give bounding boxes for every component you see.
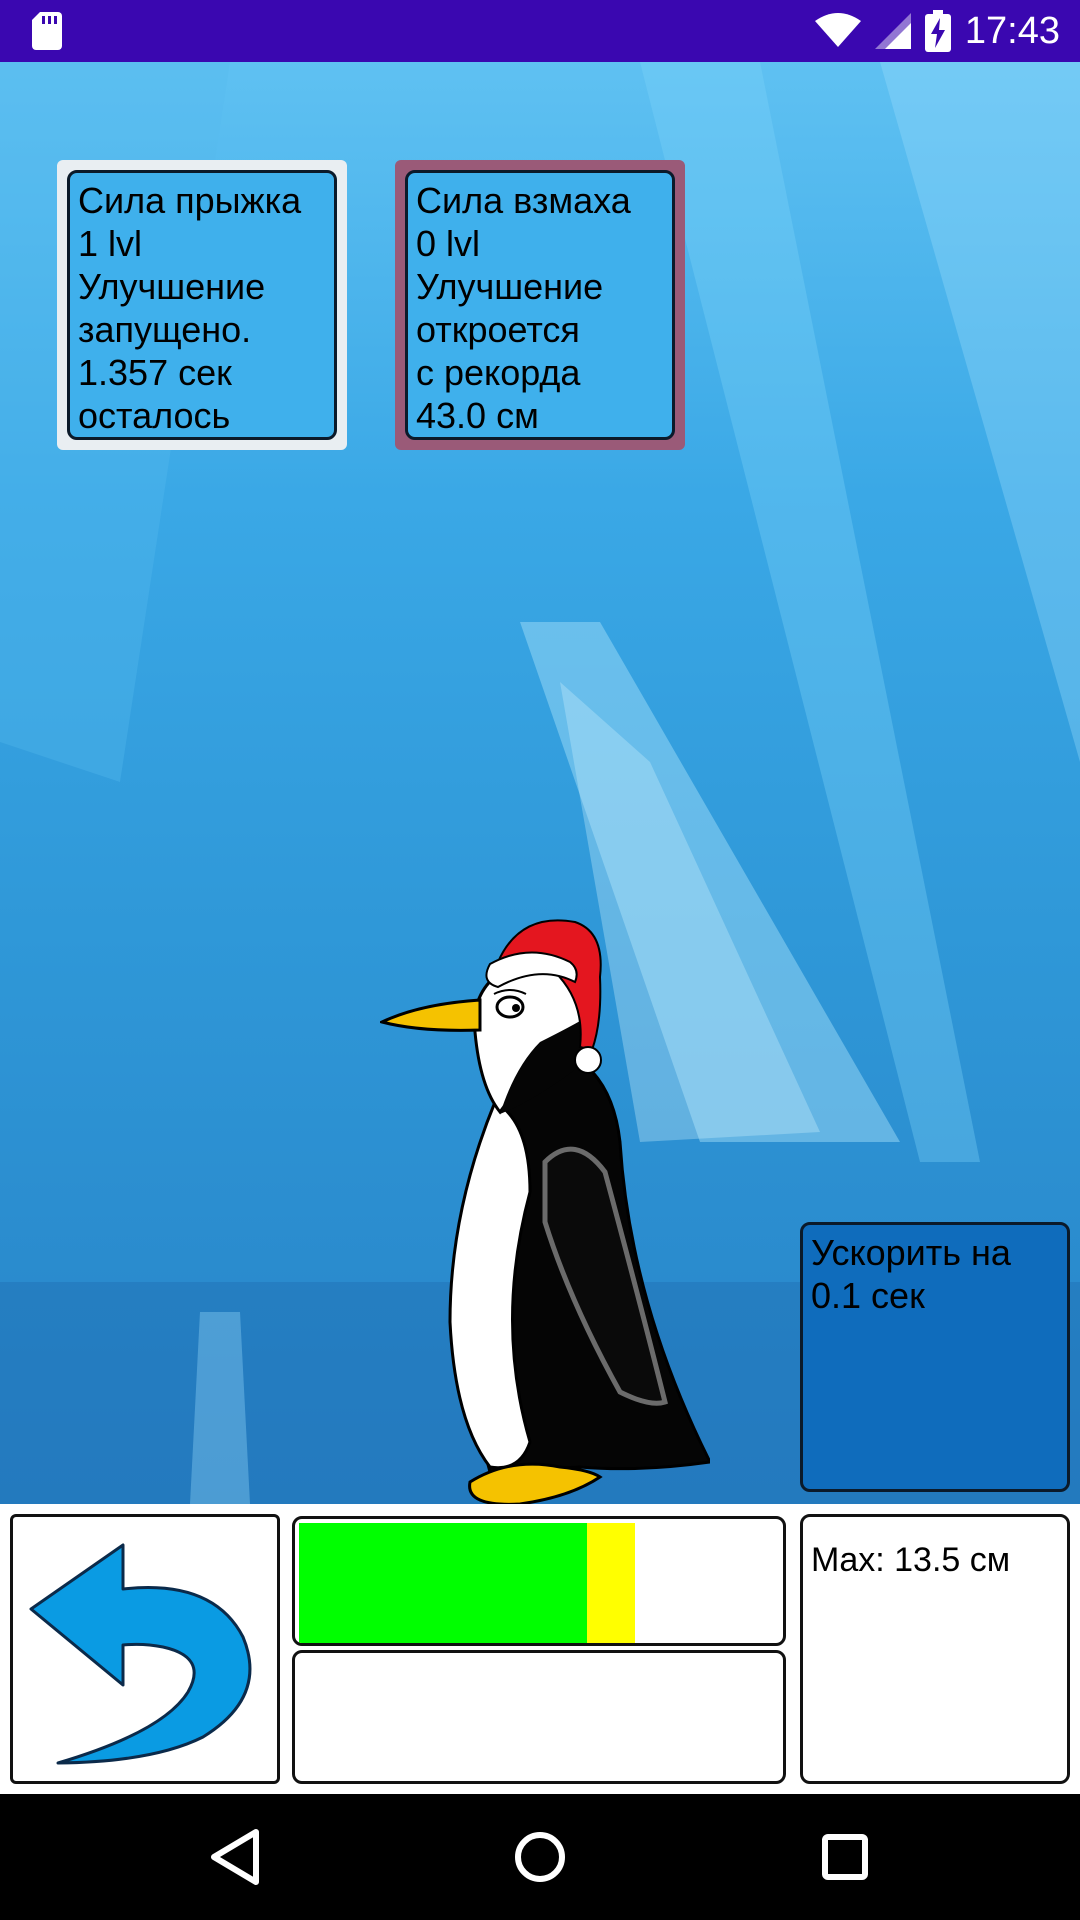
speedup-amount: 0.1 сек [811, 1275, 925, 1316]
flap-upgrade-card[interactable]: Сила взмаха 0 lvl Улучшение откроется с … [395, 160, 685, 450]
flap-status-line1: Улучшение [416, 266, 604, 307]
jump-status-line1: Улучшение [78, 266, 266, 307]
back-arrow-icon [29, 1543, 252, 1765]
speedup-button[interactable]: Ускорить на 0.1 сек [800, 1222, 1070, 1492]
jump-level: 1 lvl [78, 223, 143, 264]
sd-card-icon [32, 12, 62, 50]
flap-status-line2: откроется [416, 309, 580, 350]
power-bar-green-fill [299, 1523, 587, 1643]
signal-icon [874, 13, 911, 49]
wifi-icon [814, 13, 861, 47]
battery-charging-icon [924, 10, 951, 52]
navigation-bar [0, 1794, 1080, 1920]
control-panel: Max: 13.5 см [0, 1504, 1080, 1794]
speedup-label: Ускорить на [811, 1232, 1011, 1273]
penguin-character [380, 919, 710, 1504]
square-recents-icon[interactable] [810, 1822, 880, 1892]
jump-power-bar [292, 1516, 786, 1646]
game-scene[interactable]: Сила прыжка 1 lvl Улучшение запущено. 1.… [0, 62, 1080, 1504]
jump-timer: 1.357 сек [78, 352, 232, 393]
flap-title: Сила взмаха [416, 180, 631, 221]
triangle-back-icon[interactable] [200, 1822, 270, 1892]
flap-requirement-value: 43.0 см [416, 395, 539, 436]
jump-status-line2: запущено. [78, 309, 252, 350]
max-record-box: Max: 13.5 см [800, 1514, 1070, 1784]
jump-timer-suffix: осталось [78, 395, 231, 436]
jump-upgrade-card[interactable]: Сила прыжка 1 lvl Улучшение запущено. 1.… [57, 160, 347, 450]
flap-requirement: с рекорда [416, 352, 581, 393]
secondary-power-bar [292, 1650, 786, 1784]
back-button[interactable] [10, 1514, 280, 1784]
clock: 17:43 [964, 9, 1060, 52]
status-bar: 17:43 [0, 0, 1080, 62]
circle-home-icon[interactable] [505, 1822, 575, 1892]
max-record-label: Max: 13.5 см [811, 1541, 1011, 1579]
flap-level: 0 lvl [416, 223, 481, 264]
jump-title: Сила прыжка [78, 180, 302, 221]
